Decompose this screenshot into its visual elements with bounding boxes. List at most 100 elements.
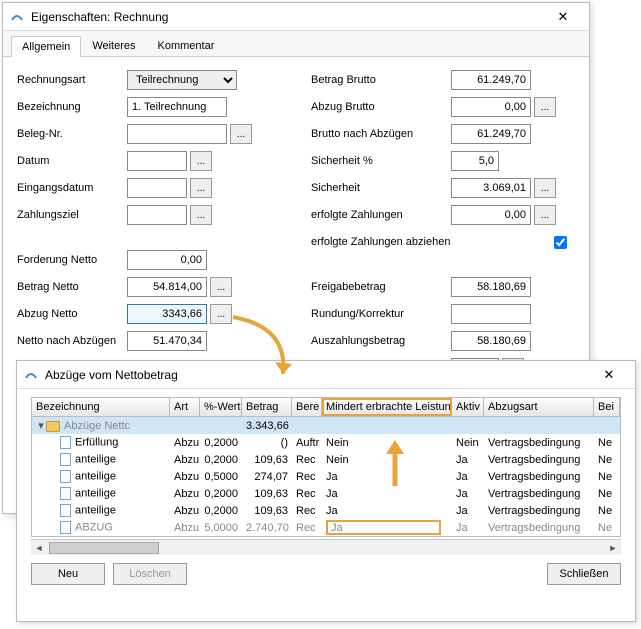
erf-abz-checkbox[interactable] <box>554 236 567 249</box>
cell-betrag: 109,63 <box>242 505 292 517</box>
abz-brutto-input[interactable] <box>451 97 531 117</box>
ausz-input[interactable] <box>451 331 531 351</box>
cell-bere: Rec <box>292 488 322 500</box>
scroll-thumb[interactable] <box>49 542 159 554</box>
close-icon[interactable]: ✕ <box>543 4 583 30</box>
table-row[interactable]: anteilige Abzu 0,2000 109,63 Rec Ja Ja V… <box>32 502 620 519</box>
table-row[interactable]: anteilige Abzu 0,2000 109,63 Rec Ja Ja V… <box>32 485 620 502</box>
freigabe-input[interactable] <box>451 277 531 297</box>
cell-name: anteilige <box>75 453 116 465</box>
sich-ellipsis-button[interactable]: ... <box>534 178 556 198</box>
brutto-input[interactable] <box>451 70 531 90</box>
sich-pct-label: Sicherheit % <box>311 155 451 167</box>
tab-kommentar[interactable]: Kommentar <box>147 35 226 56</box>
bezeichnung-label: Bezeichnung <box>17 101 127 113</box>
tab-allgemein[interactable]: Allgemein <box>11 36 81 57</box>
abzug-ellipsis-button[interactable]: ... <box>210 304 232 324</box>
cell-name: anteilige <box>75 504 116 516</box>
cell-name: anteilige <box>75 487 116 499</box>
col-abzugsart[interactable]: Abzugsart <box>484 398 594 416</box>
nach-label: Netto nach Abzügen <box>17 335 127 347</box>
cell-abzugsart: Vertragsbedingung <box>484 522 594 534</box>
cell-art: Abzu <box>170 471 200 483</box>
datum-ellipsis-button[interactable]: ... <box>190 151 212 171</box>
eingang-input[interactable] <box>127 178 187 198</box>
col-aktiv[interactable]: Aktiv <box>452 398 484 416</box>
horizontal-scrollbar[interactable]: ◄ ► <box>31 539 621 555</box>
cell-aktiv: Ja <box>452 488 484 500</box>
col-bei[interactable]: Bei <box>594 398 620 416</box>
cell-pct: 0,5000 <box>200 471 242 483</box>
cell-bei: Ne <box>594 437 620 449</box>
ausz-label: Auszahlungsbetrag <box>311 335 451 347</box>
folder-icon <box>46 421 60 432</box>
document-icon <box>60 470 71 483</box>
nach-input[interactable] <box>127 331 207 351</box>
sich-input[interactable] <box>451 178 531 198</box>
belegnr-input[interactable] <box>127 124 227 144</box>
scroll-left-icon[interactable]: ◄ <box>31 541 47 555</box>
rechnungsart-select[interactable]: Teilrechnung <box>127 70 237 90</box>
root-betrag: 3.343,66 <box>242 420 292 432</box>
tree-collapse-icon[interactable]: ▾ <box>36 419 46 432</box>
cell-abzugsart: Vertragsbedingung <box>484 437 594 449</box>
col-pct[interactable]: %-Wert <box>200 398 242 416</box>
cell-pct: 0,2000 <box>200 454 242 466</box>
cell-art: Abzu <box>170 488 200 500</box>
col-mindert[interactable]: Mindert erbrachte Leistung <box>322 398 452 416</box>
tab-weiteres[interactable]: Weiteres <box>81 35 146 56</box>
table-row[interactable]: Erfüllung Abzu 0,2000 () Auftr Nein Nein… <box>32 434 620 451</box>
neu-button[interactable]: Neu <box>31 563 105 585</box>
table-row[interactable]: anteilige Abzu 0,2000 109,63 Rec Nein Ja… <box>32 451 620 468</box>
cell-betrag: 109,63 <box>242 488 292 500</box>
document-icon <box>60 504 71 517</box>
erf-input[interactable] <box>451 205 531 225</box>
zahlziel-ellipsis-button[interactable]: ... <box>190 205 212 225</box>
erf-label: erfolgte Zahlungen <box>311 209 451 221</box>
close-icon[interactable]: ✕ <box>589 362 629 388</box>
brutto-nach-input[interactable] <box>451 124 531 144</box>
brutto-label: Betrag Brutto <box>311 74 451 86</box>
abzug-input[interactable] <box>127 304 207 324</box>
col-bere[interactable]: Bere <box>292 398 322 416</box>
bezeichnung-input[interactable] <box>127 97 227 117</box>
cell-betrag: 2.740,70 <box>242 522 292 534</box>
rund-input[interactable] <box>451 304 531 324</box>
betrag-input[interactable] <box>127 277 207 297</box>
schliessen-button[interactable]: Schließen <box>547 563 621 585</box>
document-icon <box>60 487 71 500</box>
cell-mindert: Nein <box>322 437 452 449</box>
table-row[interactable]: anteilige Abzu 0,5000 274,07 Rec Ja Ja V… <box>32 468 620 485</box>
cell-mindert-highlight[interactable]: Ja <box>326 520 441 535</box>
app-icon <box>23 367 39 383</box>
table-row[interactable]: ABZUG Abzu 5,0000 2.740,70 Rec Ja Ja Ver… <box>32 519 620 536</box>
forderung-input[interactable] <box>127 250 207 270</box>
abz-brutto-label: Abzug Brutto <box>311 101 451 113</box>
scroll-right-icon[interactable]: ► <box>605 541 621 555</box>
col-bezeichnung[interactable]: Bezeichnung <box>32 398 170 416</box>
datum-input[interactable] <box>127 151 187 171</box>
sich-pct-input[interactable] <box>451 151 499 171</box>
abz-brutto-ellipsis-button[interactable]: ... <box>534 97 556 117</box>
belegnr-ellipsis-button[interactable]: ... <box>230 124 252 144</box>
cell-art: Abzu <box>170 454 200 466</box>
col-betrag[interactable]: Betrag <box>242 398 292 416</box>
cell-pct: 0,2000 <box>200 488 242 500</box>
table-row-root[interactable]: ▾Abzüge Nettc 3.343,66 <box>32 417 620 434</box>
cell-bei: Ne <box>594 522 620 534</box>
forderung-label: Forderung Netto <box>17 254 127 266</box>
cell-art: Abzu <box>170 522 200 534</box>
loeschen-button[interactable]: Löschen <box>113 563 187 585</box>
document-icon <box>60 436 71 449</box>
betrag-ellipsis-button[interactable]: ... <box>210 277 232 297</box>
col-art[interactable]: Art <box>170 398 200 416</box>
zahlziel-input[interactable] <box>127 205 187 225</box>
belegnr-label: Beleg-Nr. <box>17 128 127 140</box>
cell-aktiv: Ja <box>452 505 484 517</box>
cell-name: ABZUG <box>75 521 113 533</box>
erf-ellipsis-button[interactable]: ... <box>534 205 556 225</box>
eingang-ellipsis-button[interactable]: ... <box>190 178 212 198</box>
cell-bei: Ne <box>594 454 620 466</box>
zahlziel-label: Zahlungsziel <box>17 209 127 221</box>
cell-bere: Rec <box>292 454 322 466</box>
